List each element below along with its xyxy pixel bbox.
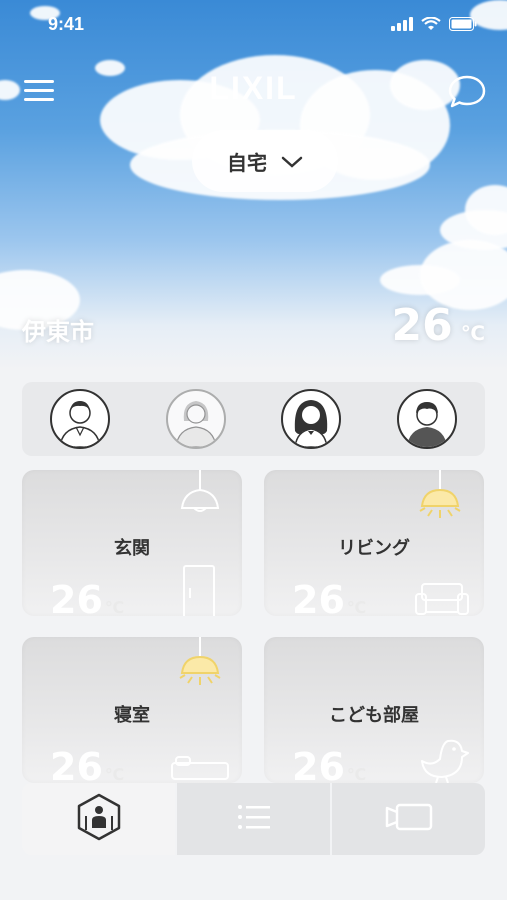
- list-icon: [237, 804, 271, 834]
- status-bar: 9:41: [0, 0, 507, 52]
- room-temperature-value: 26: [50, 745, 103, 783]
- member-avatar-4[interactable]: [397, 389, 458, 449]
- room-temperature: 26 ℃: [50, 745, 124, 783]
- menu-button[interactable]: [24, 74, 60, 110]
- member-avatar-1[interactable]: [49, 389, 110, 449]
- lamp-on-icon: [178, 637, 222, 699]
- home-selector-label: 自宅: [227, 150, 267, 175]
- sofa-icon: [414, 582, 470, 616]
- member-strip: [22, 382, 485, 456]
- room-temperature: 26 ℃: [292, 745, 366, 783]
- member-avatar-2[interactable]: [165, 389, 226, 449]
- weather-temperature-unit: ℃: [460, 321, 485, 345]
- bottom-navigation: [22, 783, 485, 855]
- room-temperature-unit: ℃: [346, 765, 367, 783]
- weather-temperature: 26 ℃: [392, 300, 485, 351]
- room-temperature-unit: ℃: [346, 598, 367, 616]
- status-time: 9:41: [48, 14, 85, 34]
- bed-icon: [170, 755, 230, 783]
- room-card-bedroom[interactable]: 寝室 26 ℃: [22, 637, 242, 783]
- room-name: リビング: [338, 538, 410, 559]
- room-card-living[interactable]: リビング 26 ℃: [264, 470, 484, 616]
- top-bar: LIXIL: [0, 60, 507, 124]
- camera-icon: [383, 802, 435, 836]
- house-person-icon: [74, 792, 124, 846]
- wifi-icon: [421, 16, 441, 35]
- room-temperature-unit: ℃: [104, 765, 125, 783]
- room-temperature: 26 ℃: [50, 578, 124, 616]
- tab-house-view[interactable]: [22, 783, 175, 855]
- tab-camera-view[interactable]: [330, 783, 485, 855]
- signal-icon: [391, 16, 413, 35]
- room-name: こども部屋: [329, 705, 419, 726]
- lamp-off-icon: [178, 470, 222, 522]
- room-temperature-value: 26: [292, 578, 345, 616]
- battery-icon: [449, 16, 477, 35]
- room-temperature: 26 ℃: [292, 578, 366, 616]
- weather-city: 伊東市: [22, 318, 94, 346]
- room-card-entrance[interactable]: 玄関 26 ℃: [22, 470, 242, 616]
- lixil-logo: LIXIL: [209, 70, 298, 106]
- room-name: 玄関: [114, 538, 150, 559]
- room-name: 寝室: [114, 705, 150, 726]
- chevron-down-icon: [281, 149, 303, 173]
- weather-temperature-value: 26: [391, 300, 453, 351]
- room-temperature-unit: ℃: [104, 598, 125, 616]
- room-card-kids-room[interactable]: こども部屋 26 ℃: [264, 637, 484, 783]
- tab-list-view[interactable]: [175, 783, 330, 855]
- bird-icon: [418, 735, 470, 783]
- home-selector[interactable]: 自宅: [192, 130, 338, 192]
- lamp-on-icon: [418, 470, 462, 532]
- member-avatar-3[interactable]: [281, 389, 342, 449]
- door-icon: [182, 564, 218, 616]
- chat-icon[interactable]: [447, 74, 487, 114]
- room-temperature-value: 26: [50, 578, 103, 616]
- room-temperature-value: 26: [292, 745, 345, 783]
